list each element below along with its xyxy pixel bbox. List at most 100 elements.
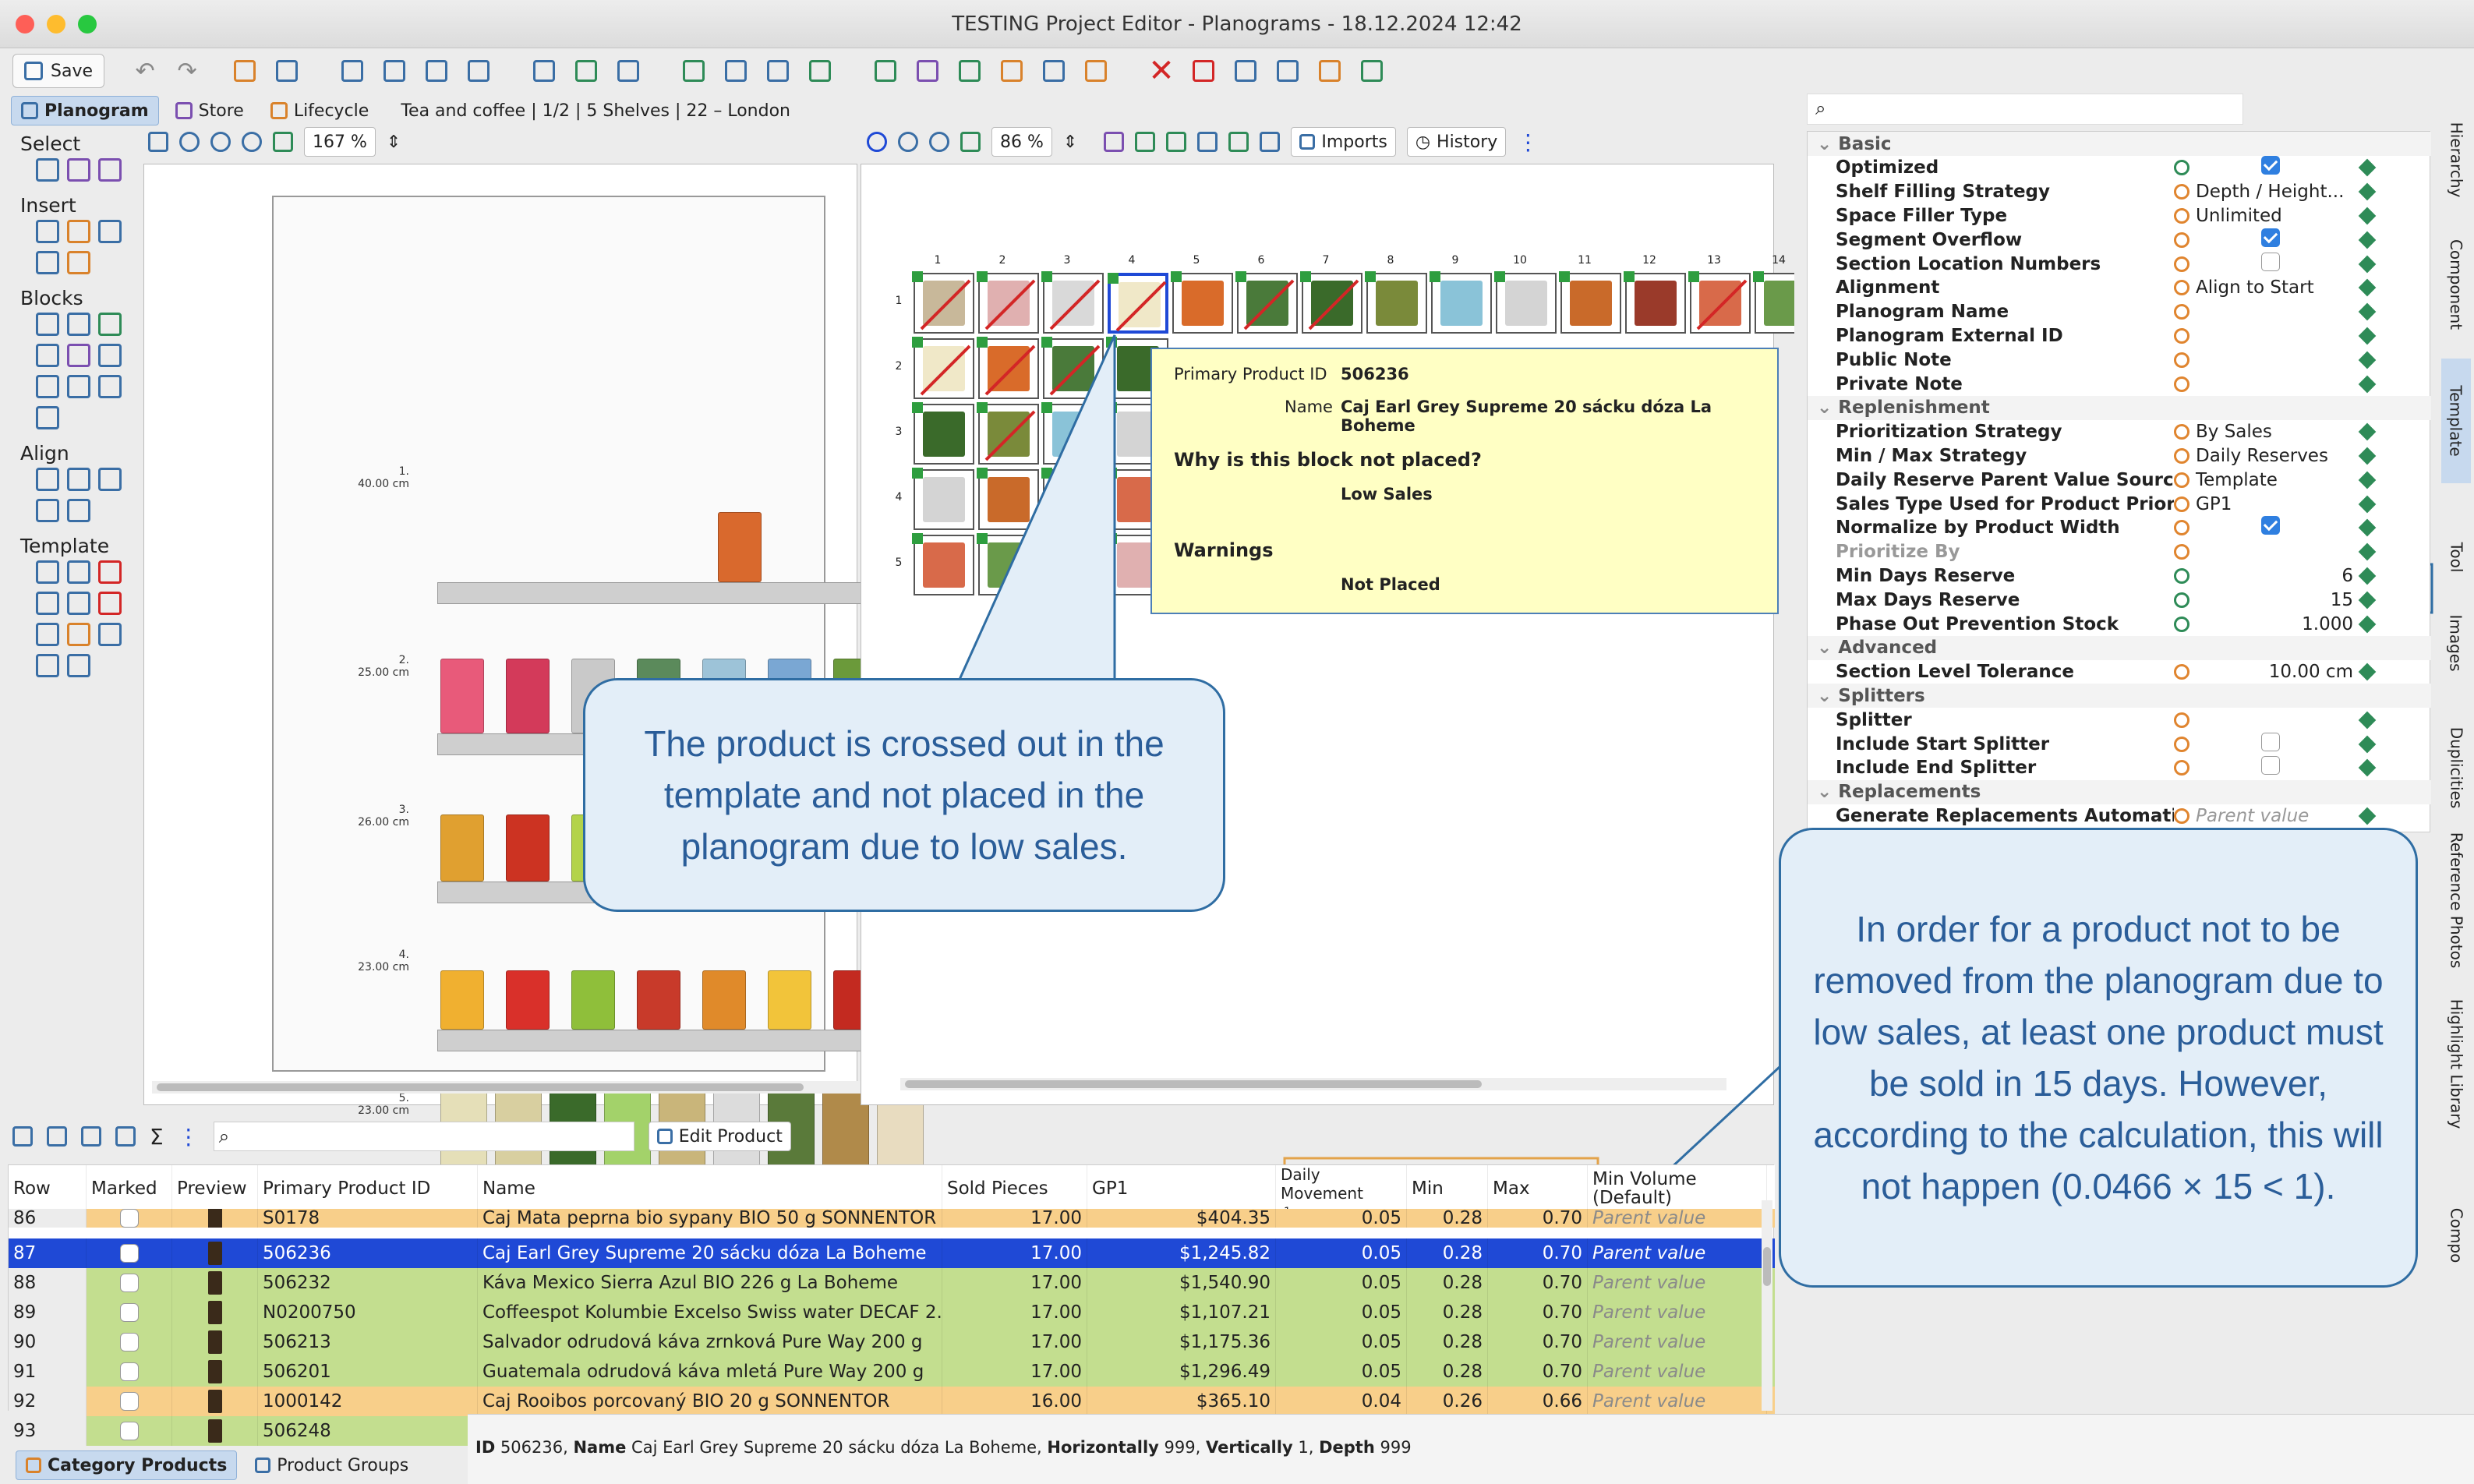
inherit-icon[interactable] [2174, 160, 2189, 176]
side-tab-duplicities[interactable]: Duplicities [2441, 709, 2471, 826]
tab-category-products[interactable]: Category Products [16, 1450, 238, 1480]
column-header[interactable]: Preview [172, 1164, 258, 1212]
property-checkbox[interactable] [2261, 516, 2280, 535]
table-v-scrollbar[interactable] [1762, 1200, 1772, 1411]
column-header[interactable]: Min [1407, 1164, 1488, 1212]
pin-icon[interactable] [2358, 231, 2377, 249]
table-search-input[interactable]: ⌕ [213, 1122, 634, 1151]
inherit-icon[interactable] [2174, 520, 2189, 536]
column-header[interactable]: Min Volume (Default) [1588, 1164, 1767, 1212]
property-value[interactable]: Align to Start [2174, 277, 2361, 298]
table-row[interactable]: 87 506236 Caj Earl Grey Supreme 20 sácku d… [9, 1238, 1775, 1268]
inherit-icon[interactable] [2174, 472, 2189, 488]
property-checkbox[interactable] [2261, 156, 2280, 175]
pin-icon[interactable] [2358, 447, 2377, 465]
property-section[interactable]: ⌄ Advanced [1808, 635, 2431, 660]
column-header[interactable]: Max [1488, 1164, 1588, 1212]
side-tab-reference-photos[interactable]: Reference Photos [2441, 832, 2471, 969]
pin-icon[interactable] [2358, 302, 2377, 321]
property-value[interactable] [2174, 516, 2361, 539]
property-value[interactable] [2174, 376, 2361, 392]
inherit-icon[interactable] [2174, 664, 2189, 680]
inherit-icon[interactable] [2174, 256, 2189, 272]
property-checkbox[interactable] [2261, 228, 2280, 247]
pin-icon[interactable] [2358, 351, 2377, 369]
table-row[interactable]: 92 1000142 Caj Rooibos porcovaný BIO 20 g … [9, 1387, 1775, 1416]
property-value[interactable] [2174, 304, 2361, 320]
pin-icon[interactable] [2358, 591, 2377, 610]
property-value[interactable]: 10.00 cm [2174, 662, 2361, 682]
pin-icon[interactable] [2358, 711, 2377, 730]
marked-checkbox[interactable] [119, 1422, 139, 1440]
column-header[interactable]: Daily Movement1 [1276, 1164, 1407, 1212]
inherit-icon[interactable] [2174, 184, 2189, 200]
inherit-icon[interactable] [2174, 544, 2189, 560]
property-value[interactable] [2174, 544, 2361, 560]
pin-icon[interactable] [2358, 542, 2377, 561]
pin-icon[interactable] [2358, 758, 2377, 777]
table-cell[interactable] [87, 1357, 172, 1387]
marked-checkbox[interactable] [119, 1333, 139, 1352]
edit-product-button[interactable]: Edit Product [648, 1122, 791, 1151]
inherit-icon[interactable] [2174, 352, 2189, 368]
side-tab-hierarchy[interactable]: Hierarchy [2441, 101, 2471, 218]
pin-icon[interactable] [2358, 255, 2377, 273]
property-section[interactable]: ⌄ Splitters [1808, 684, 2431, 708]
property-value[interactable] [2174, 156, 2361, 179]
side-tab-images[interactable]: Images [2441, 585, 2471, 701]
sum-icon[interactable]: Σ [150, 1124, 164, 1150]
pin-icon[interactable] [2358, 735, 2377, 753]
pin-icon[interactable] [2358, 278, 2377, 297]
inherit-icon[interactable] [2174, 231, 2189, 248]
pin-icon[interactable] [2358, 495, 2377, 513]
property-section[interactable]: ⌄ Replacements [1808, 779, 2431, 804]
property-section[interactable]: ⌄ Replenishment [1808, 395, 2431, 420]
property-value[interactable]: 1.000 [2174, 614, 2361, 634]
column-header[interactable]: Row [9, 1164, 87, 1212]
pin-icon[interactable] [2358, 182, 2377, 201]
inherit-icon[interactable] [2174, 592, 2189, 608]
table-row[interactable]: 86 S0178 Caj Mata peprna bio sypany BIO 50… [9, 1209, 1775, 1228]
inherit-icon[interactable] [2174, 280, 2189, 296]
pin-icon[interactable] [2358, 207, 2377, 225]
inherit-icon[interactable] [2174, 736, 2189, 752]
table-cell[interactable] [87, 1327, 172, 1357]
table-cell[interactable] [87, 1298, 172, 1327]
property-value[interactable]: Unlimited [2174, 206, 2361, 226]
tab-product-groups[interactable]: Product Groups [245, 1450, 419, 1480]
property-value[interactable]: By Sales [2174, 422, 2361, 442]
inherit-icon[interactable] [2174, 496, 2189, 512]
property-checkbox[interactable] [2261, 732, 2280, 751]
column-header[interactable]: Marked [87, 1164, 172, 1212]
marked-checkbox[interactable] [119, 1244, 139, 1263]
marked-checkbox[interactable] [119, 1362, 139, 1381]
inherit-icon[interactable] [2174, 616, 2189, 632]
property-checkbox[interactable] [2261, 756, 2280, 776]
property-value[interactable] [2174, 732, 2361, 756]
property-value[interactable]: Daily Reserves [2174, 446, 2361, 466]
check-all-icon[interactable] [12, 1126, 33, 1147]
side-tab-compo[interactable]: Compo [2441, 1177, 2471, 1294]
pin-icon[interactable] [2358, 807, 2377, 825]
pin-icon[interactable] [2358, 518, 2377, 537]
table-row[interactable]: 89 N0200750 Coffeespot Kolumbie Excelso Sw… [9, 1298, 1775, 1327]
table-cell[interactable] [87, 1387, 172, 1416]
table-cell[interactable] [87, 1268, 172, 1298]
inherit-icon[interactable] [2174, 327, 2189, 344]
table-cell[interactable] [87, 1209, 172, 1228]
marked-checkbox[interactable] [119, 1274, 139, 1292]
property-value[interactable]: Depth / Height... [2174, 182, 2361, 202]
marked-checkbox[interactable] [119, 1209, 139, 1228]
pin-icon[interactable] [2358, 327, 2377, 345]
property-value[interactable] [2174, 352, 2361, 368]
inherit-icon[interactable] [2174, 712, 2189, 728]
help-icon[interactable] [81, 1126, 101, 1147]
inherit-icon[interactable] [2174, 424, 2189, 440]
inherit-icon[interactable] [2174, 567, 2189, 584]
inherit-icon[interactable] [2174, 207, 2189, 224]
pin-icon[interactable] [2358, 662, 2377, 681]
pin-icon[interactable] [2358, 615, 2377, 633]
inherit-icon[interactable] [2174, 760, 2189, 776]
table-row[interactable]: 88 506232 Káva Mexico Sierra Azul BIO 226 … [9, 1268, 1775, 1298]
pin-icon[interactable] [2358, 375, 2377, 393]
